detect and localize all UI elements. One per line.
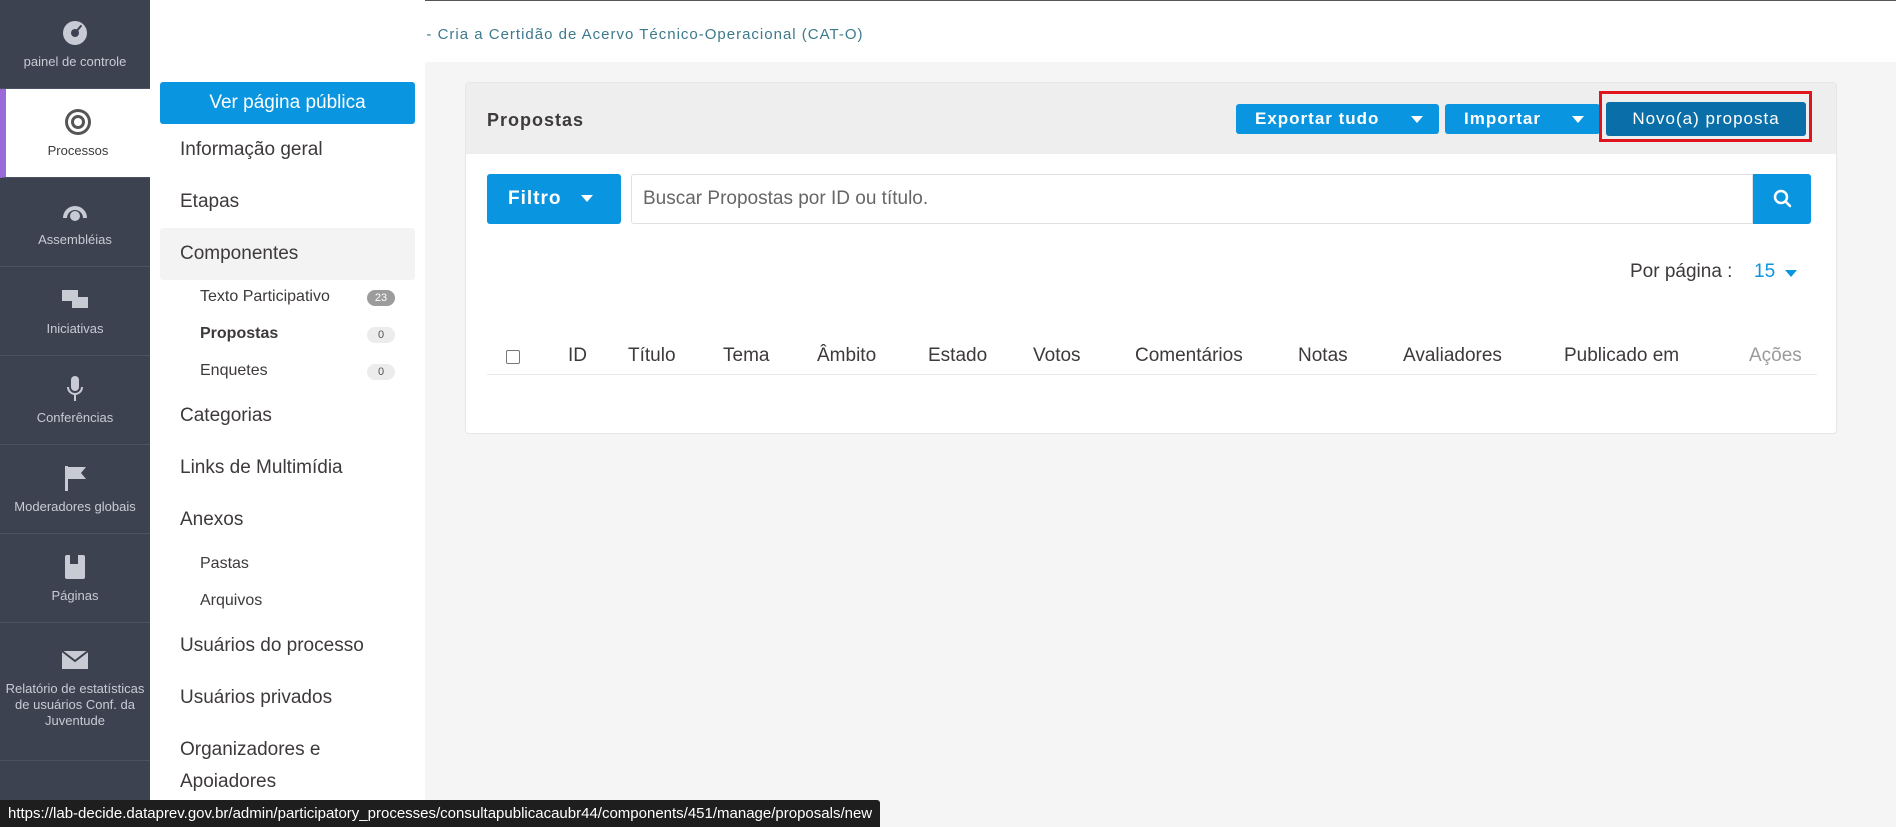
sidebar-item-usuarios[interactable]: Usuários do processo — [180, 635, 364, 657]
per-page-label: Por página : — [1630, 261, 1733, 282]
rail-item-relatorio[interactable]: Relatório de estatísticas de usuários Co… — [0, 627, 150, 761]
search-input[interactable] — [631, 174, 1753, 224]
rail-label: Relatório de estatísticas de usuários Co… — [5, 681, 145, 728]
filter-label: Filtro — [508, 188, 562, 209]
col-acoes: Ações — [1749, 345, 1802, 366]
flag-icon — [65, 466, 86, 491]
search-button[interactable] — [1753, 174, 1811, 224]
sidebar-item-organizadores[interactable]: Organizadores e — [180, 739, 320, 761]
rail-label: Iniciativas — [46, 321, 104, 336]
rail-label: Páginas — [51, 588, 99, 603]
sidebar-item-anexos[interactable]: Anexos — [180, 509, 243, 531]
chevron-down-icon — [581, 195, 593, 202]
sidebar-subitem-arquivos[interactable]: Arquivos — [200, 592, 262, 610]
target-icon — [65, 109, 91, 135]
sidebar-item-componentes[interactable]: Componentes — [180, 243, 298, 265]
import-label: Importar — [1464, 109, 1541, 128]
assembly-icon — [63, 206, 87, 221]
dashboard-icon — [63, 21, 87, 45]
table-header: ID Título Tema Âmbito Estado Votos Comen… — [487, 345, 1817, 375]
rail-item-moderadores[interactable]: Moderadores globais — [0, 445, 150, 534]
export-all-button[interactable]: Exportar tudo — [1236, 104, 1439, 134]
sidebar-item-categorias[interactable]: Categorias — [180, 405, 272, 427]
mail-icon — [61, 650, 89, 669]
export-all-label: Exportar tudo — [1255, 109, 1380, 128]
microphone-icon — [67, 376, 83, 401]
sidebar-item-privados[interactable]: Usuários privados — [180, 687, 332, 709]
col-tema[interactable]: Tema — [723, 345, 769, 367]
chevron-down-icon — [1572, 116, 1584, 123]
col-estado[interactable]: Estado — [928, 345, 987, 367]
col-notas[interactable]: Notas — [1298, 345, 1348, 367]
col-titulo[interactable]: Título — [628, 345, 676, 367]
rail-label: Processos — [47, 143, 109, 158]
view-public-page-button[interactable]: Ver página pública — [160, 82, 415, 124]
card-header: Propostas Exportar tudo Importar Novo(a)… — [466, 83, 1836, 154]
rail-label: painel de controle — [23, 54, 127, 69]
book-icon — [65, 555, 85, 579]
import-button[interactable]: Importar — [1445, 104, 1600, 134]
proposals-card: Propostas Exportar tudo Importar Novo(a)… — [465, 82, 1837, 434]
sidebar-subitem-texto[interactable]: Texto Participativo — [200, 288, 330, 306]
chevron-down-icon[interactable] — [1785, 270, 1797, 277]
rail-label: Moderadores globais — [14, 499, 136, 514]
card-title: Propostas — [487, 110, 585, 130]
highlight-box — [1599, 91, 1812, 142]
col-id[interactable]: ID — [568, 345, 587, 367]
sidebar-subitem-enquetes[interactable]: Enquetes — [200, 362, 268, 380]
rail-label: Conferências — [36, 410, 114, 425]
filter-button[interactable]: Filtro — [487, 174, 621, 224]
select-all-checkbox[interactable] — [506, 350, 520, 364]
sidebar-item-organizadores-line2[interactable]: Apoiadores — [180, 771, 276, 793]
main-nav-rail: painel de controle Processos Assembléias… — [0, 0, 150, 827]
rail-label: Assembléias — [38, 232, 112, 247]
per-page-select[interactable]: 15 — [1754, 261, 1775, 283]
rail-item-assembleias[interactable]: Assembléias — [0, 178, 150, 267]
enquetes-count-badge: 0 — [367, 364, 395, 380]
process-sidebar: Ver página pública Informação geral Etap… — [150, 0, 425, 827]
rail-item-conferencias[interactable]: Conferências — [0, 356, 150, 445]
sidebar-item-etapas[interactable]: Etapas — [180, 191, 239, 213]
col-votos[interactable]: Votos — [1033, 345, 1081, 367]
rail-item-iniciativas[interactable]: Iniciativas — [0, 267, 150, 356]
rail-item-paginas[interactable]: Páginas — [0, 534, 150, 623]
col-comentarios[interactable]: Comentários — [1135, 345, 1243, 367]
sidebar-item-links[interactable]: Links de Multimídia — [180, 457, 343, 479]
col-ambito[interactable]: Âmbito — [817, 345, 876, 367]
col-avaliadores[interactable]: Avaliadores — [1403, 345, 1502, 367]
rail-item-dashboard[interactable]: painel de controle — [0, 0, 150, 89]
chat-icon — [62, 290, 88, 308]
col-publicado[interactable]: Publicado em — [1564, 345, 1679, 367]
sidebar-subitem-pastas[interactable]: Pastas — [200, 555, 249, 573]
rail-item-processos[interactable]: Processos — [0, 89, 150, 178]
status-url-bar: https://lab-decide.dataprev.gov.br/admin… — [0, 800, 881, 827]
sidebar-item-info[interactable]: Informação geral — [180, 139, 323, 161]
propostas-count-badge: 0 — [367, 327, 395, 343]
search-icon — [1773, 189, 1792, 208]
sidebar-subitem-propostas[interactable]: Propostas — [200, 325, 278, 343]
chevron-down-icon — [1411, 116, 1423, 123]
texto-count-badge: 23 — [367, 290, 395, 306]
